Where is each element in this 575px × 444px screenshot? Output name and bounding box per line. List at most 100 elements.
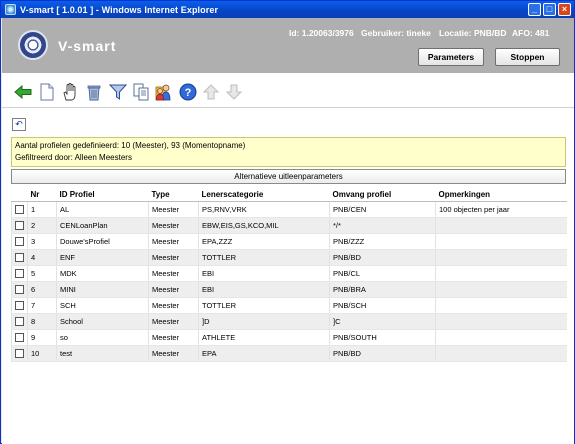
close-button[interactable]: × [558,3,571,16]
cell-lenerscategorie: PS,RNV,VRK [198,201,330,218]
row-checkbox[interactable] [15,252,24,262]
row-checkbox[interactable] [15,236,24,246]
brand-name: V-smart [58,38,117,54]
cell-id-profiel: AL [56,201,149,218]
row-checkbox[interactable] [15,268,24,278]
row-checkbox[interactable] [15,204,24,214]
filter-funnel-icon[interactable] [108,82,128,102]
cell-lenerscategorie: ]D [198,313,330,330]
minimize-button[interactable]: _ [528,3,541,16]
cell-id-profiel: MINI [56,281,149,298]
table-row[interactable]: 8 School Meester]D]C [11,313,567,330]
stop-button[interactable]: Stoppen [495,48,560,66]
row-checkbox[interactable] [15,300,24,310]
location: Locatie: PNB/BD [439,28,507,38]
main-content: ↶ Aantal profielen gedefinieerd: 10 (Mee… [2,108,574,444]
table-row[interactable]: 9 so Meester ATHLETE PNB/SOUTH [11,329,567,346]
vsmart-logo-icon [18,30,48,60]
app-header: V-smart Id: 1.20063/3976 Gebruiker: tine… [2,18,574,73]
svg-text:?: ? [185,87,192,99]
cell-lenerscategorie: TOTTLER [198,249,330,266]
cell-lenerscategorie: EBI [198,265,330,282]
cell-type: Meester [148,329,199,346]
undo-button[interactable]: ↶ [12,118,26,131]
cell-lenerscategorie: ATHLETE [198,329,330,346]
cell-id-profiel: CENLoanPlan [56,217,149,234]
table-row[interactable]: 4 ENF Meester TOTTLER PNB/BD [11,249,567,266]
title-bar: V-smart [ 1.0.01 ] - Windows Internet Ex… [1,1,574,18]
cell-opmerkingen [435,265,567,282]
cell-opmerkingen [435,281,567,298]
users-icon[interactable] [154,82,174,102]
table-row[interactable]: 10 test Meester EPA PNB/BD [11,345,567,362]
col-header-omvang-profiel[interactable]: Omvang profiel [329,189,436,202]
row-checkbox[interactable] [15,316,24,326]
cell-lenerscategorie: EPA [198,345,330,362]
cell-opmerkingen [435,345,567,362]
cell-id-profiel: ENF [56,249,149,266]
back-arrow-icon[interactable] [13,82,33,102]
browser-window: V-smart [ 1.0.01 ] - Windows Internet Ex… [0,0,575,444]
col-header-id-profiel[interactable]: ID Profiel [56,189,149,202]
cell-opmerkingen [435,313,567,330]
hand-select-icon[interactable] [60,82,80,102]
cell-nr: 5 [27,265,57,282]
cell-nr: 6 [27,281,57,298]
cell-nr: 3 [27,233,57,250]
col-header-lenerscategorie[interactable]: Lenerscategorie [198,189,330,202]
arrow-up-icon[interactable] [201,82,221,102]
profiles-count-text: Aantal profielen gedefinieerd: 10 (Meest… [15,141,246,150]
cell-omvang-profiel: PNB/SOUTH [329,329,436,346]
col-header-opmerkingen[interactable]: Opmerkingen [435,189,567,202]
row-checkbox[interactable] [15,332,24,342]
col-header-nr[interactable]: Nr [27,189,57,202]
cell-opmerkingen [435,297,567,314]
row-checkbox[interactable] [15,284,24,294]
cell-nr: 9 [27,329,57,346]
table-row[interactable]: 1 AL Meester PS,RNV,VRK PNB/CEN 100 objecten … [11,201,567,218]
cell-opmerkingen: 100 objecten per jaar [435,201,567,218]
cell-id-profiel: test [56,345,149,362]
table-row[interactable]: 3 Douwe'sProfiel Meester EPA,ZZZ PNB/ZZZ [11,233,567,250]
maximize-button[interactable]: □ [543,3,556,16]
cell-omvang-profiel: PNB/SCH [329,297,436,314]
arrow-down-icon[interactable] [224,82,244,102]
cell-type: Meester [148,313,199,330]
cell-id-profiel: so [56,329,149,346]
cell-nr: 2 [27,217,57,234]
cell-opmerkingen [435,249,567,266]
delete-bin-icon[interactable] [84,82,104,102]
cell-type: Meester [148,201,199,218]
row-checkbox[interactable] [15,220,24,230]
session-id: Id: 1.20063/3976 [289,28,354,38]
copy-icon[interactable] [131,82,151,102]
table-row[interactable]: 5 MDK Meester EBI PNB/CL [11,265,567,282]
col-header-type[interactable]: Type [148,189,199,202]
cell-type: Meester [148,265,199,282]
parameters-button[interactable]: Parameters [418,48,484,66]
cell-omvang-profiel: PNB/BRA [329,281,436,298]
table-row[interactable]: 2 CENLoanPlan Meester EBW,EIS,GS,KCO,MIL */* [11,217,567,234]
cell-omvang-profiel: PNB/ZZZ [329,233,436,250]
cell-id-profiel: School [56,313,149,330]
new-document-icon[interactable] [37,82,57,102]
cell-nr: 1 [27,201,57,218]
info-panel: Aantal profielen gedefinieerd: 10 (Meest… [11,137,566,167]
profiles-table: Nr ID Profiel Type Lenerscategorie Omvan… [11,189,567,362]
cell-id-profiel: Douwe'sProfiel [56,233,149,250]
filter-text: Gefiltreerd door: Alleen Meesters [15,153,132,162]
cell-type: Meester [148,233,199,250]
cell-omvang-profiel: */* [329,217,436,234]
cell-omvang-profiel: PNB/CL [329,265,436,282]
user-name: Gebruiker: tineke [361,28,431,38]
afo-number: AFO: 481 [512,28,550,38]
table-row[interactable]: 7 SCH Meester TOTTLER PNB/SCH [11,297,567,314]
table-row[interactable]: 6 MINI Meester EBI PNB/BRA [11,281,567,298]
cell-nr: 10 [27,345,57,362]
help-icon[interactable]: ? [178,82,198,102]
row-checkbox[interactable] [15,348,24,358]
cell-omvang-profiel: ]C [329,313,436,330]
cell-omvang-profiel: PNB/CEN [329,201,436,218]
table-header-row: Nr ID Profiel Type Lenerscategorie Omvan… [11,189,567,202]
alternative-parameters-button[interactable]: Alternatieve uitleenparameters [11,169,566,184]
